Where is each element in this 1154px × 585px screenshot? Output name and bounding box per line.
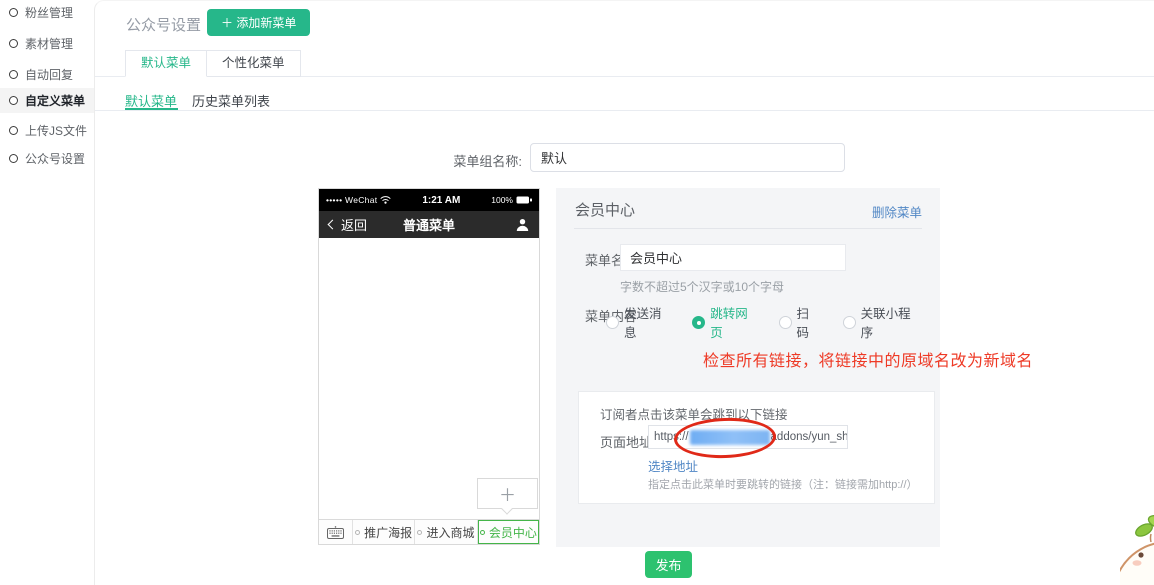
page: 粉丝管理 素材管理 自动回复 自定义菜单 上传JS文件 公众号设置 公众号设置 … — [0, 0, 1154, 585]
phone-menu-bar: 推广海报 进入商城 会员中心 — [319, 519, 539, 544]
link-box-intro: 订阅者点击该菜单会跳到以下链接 — [600, 404, 788, 423]
subtab-history-menu-list[interactable]: 历史菜单列表 — [192, 91, 270, 110]
sidebar-item-fans[interactable]: 粉丝管理 — [0, 0, 94, 25]
circle-icon — [9, 70, 18, 79]
add-new-menu-button[interactable]: ＋ 添加新菜单 — [207, 9, 310, 36]
radio-icon — [692, 316, 705, 329]
red-text-annotation: 检查所有链接，将链接中的原域名改为新域名 — [703, 347, 1033, 371]
mascot-turnip-character — [1120, 497, 1154, 585]
circle-icon — [9, 126, 18, 135]
phone-menu-item-poster[interactable]: 推广海报 — [353, 520, 415, 544]
bullet-icon — [417, 530, 422, 535]
redacted-domain-blur — [690, 430, 770, 445]
radio-icon — [843, 316, 856, 329]
sidebar: 粉丝管理 素材管理 自动回复 自定义菜单 上传JS文件 公众号设置 — [0, 0, 94, 585]
url-suffix: addons/yun_shop/? — [771, 431, 848, 443]
page-address-input[interactable]: https:// addons/yun_shop/? — [648, 425, 848, 449]
delete-menu-link[interactable]: 删除菜单 — [872, 202, 922, 221]
phone-menu-item-label: 推广海报 — [364, 524, 412, 541]
phone-nav-title: 普通菜单 — [319, 215, 539, 234]
sidebar-item-custom-menu[interactable]: 自定义菜单 — [0, 88, 94, 113]
carrier-label: ••••• WeChat — [326, 195, 377, 205]
panel-title: 会员中心 — [575, 199, 635, 220]
radio-label: 发送消息 — [624, 303, 666, 341]
choose-address-link[interactable]: 选择地址 — [648, 456, 698, 475]
menu-group-name-input[interactable] — [530, 143, 845, 172]
sidebar-item-label: 自动回复 — [25, 66, 73, 83]
sidebar-item-material[interactable]: 素材管理 — [0, 31, 94, 56]
time-label: 1:21 AM — [391, 195, 491, 206]
sidebar-item-label: 自定义菜单 — [25, 92, 85, 109]
phone-menu-item-label: 会员中心 — [489, 524, 537, 541]
link-box-hint: 指定点击此菜单时要跳转的链接（注：链接需加http://） — [648, 476, 918, 492]
radio-mini-program[interactable]: 关联小程序 — [843, 303, 914, 341]
radio-send-message[interactable]: 发送消息 — [606, 303, 666, 341]
sidebar-item-label: 公众号设置 — [25, 150, 85, 167]
keyboard-toggle[interactable] — [319, 520, 353, 544]
radio-jump-webpage[interactable]: 跳转网页 — [692, 303, 752, 341]
page-address-label: 页面地址 — [600, 432, 652, 451]
url-prefix: https:// — [654, 431, 689, 443]
page-title: 公众号设置 — [126, 14, 201, 35]
radio-icon — [606, 316, 619, 329]
phone-nav-bar: 普通菜单 返回 — [319, 211, 539, 238]
publish-button[interactable]: 发布 — [645, 551, 692, 578]
tab-default-menu[interactable]: 默认菜单 — [125, 50, 207, 77]
sidebar-item-label: 上传JS文件 — [25, 122, 87, 139]
menu-name-input[interactable] — [620, 244, 846, 271]
radio-icon — [779, 316, 792, 329]
battery-percent-label: 100% — [491, 195, 513, 205]
subtabs-divider — [95, 110, 1154, 111]
menu-name-hint: 字数不超过5个汉字或10个字母 — [620, 278, 784, 295]
tab-personalized-menu[interactable]: 个性化菜单 — [207, 50, 301, 77]
phone-preview: ••••• WeChat 1:21 AM 100% 普通菜单 返回 ＋ 推广海报… — [318, 188, 540, 545]
keyboard-icon — [327, 526, 344, 539]
menu-content-radio-group: 发送消息 跳转网页 扫码 关联小程序 — [606, 303, 940, 341]
phone-menu-item-mall[interactable]: 进入商城 — [415, 520, 477, 544]
panel-divider — [574, 228, 922, 229]
sidebar-item-account-settings[interactable]: 公众号设置 — [0, 146, 94, 171]
phone-menu-item-label: 进入商城 — [426, 524, 474, 541]
phone-status-bar: ••••• WeChat 1:21 AM 100% — [319, 189, 539, 211]
circle-icon — [9, 8, 18, 17]
phone-menu-item-member-center[interactable]: 会员中心 — [478, 520, 539, 544]
radio-label: 扫码 — [797, 303, 817, 341]
sidebar-item-label: 素材管理 — [25, 35, 73, 52]
bullet-icon — [355, 530, 360, 535]
circle-icon — [9, 39, 18, 48]
circle-icon — [9, 154, 18, 163]
sidebar-item-label: 粉丝管理 — [25, 4, 73, 21]
bullet-icon — [480, 530, 485, 535]
link-settings-box: 订阅者点击该菜单会跳到以下链接 页面地址 https:// addons/yun… — [578, 391, 935, 504]
sidebar-item-autoreply[interactable]: 自动回复 — [0, 62, 94, 87]
menu-group-name-label: 菜单组名称: — [438, 151, 522, 170]
circle-icon — [9, 96, 18, 105]
battery-icon — [516, 196, 532, 204]
radio-label: 跳转网页 — [710, 303, 752, 341]
radio-label: 关联小程序 — [861, 303, 914, 341]
wifi-icon — [380, 196, 391, 204]
sidebar-item-upload-js[interactable]: 上传JS文件 — [0, 118, 94, 143]
phone-content-area: ＋ — [319, 238, 539, 519]
subtab-active-underline — [125, 108, 178, 110]
tab-bar: 默认菜单 个性化菜单 — [125, 50, 301, 77]
person-icon — [516, 218, 529, 231]
radio-scan-code[interactable]: 扫码 — [779, 303, 817, 341]
